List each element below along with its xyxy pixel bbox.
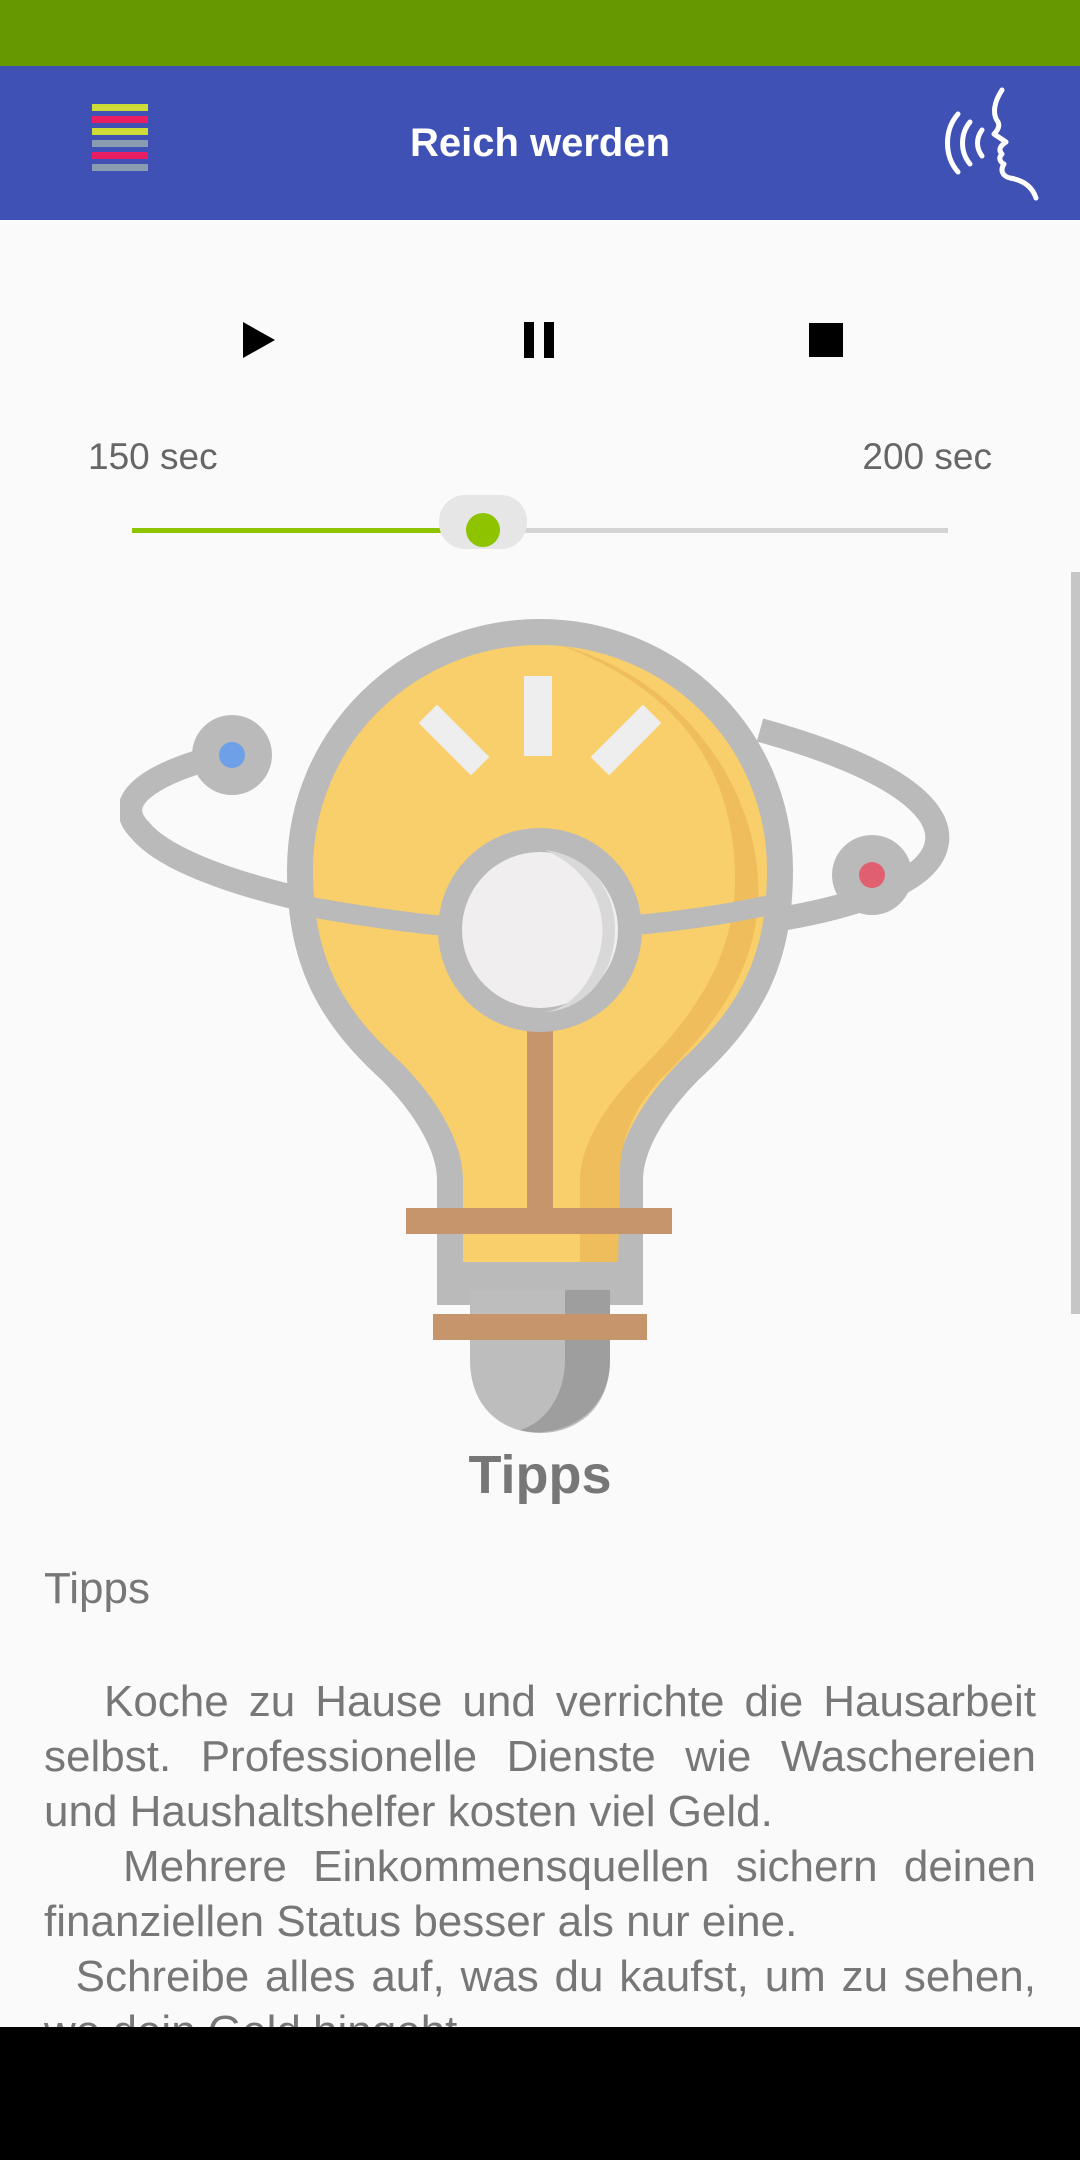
menu-icon[interactable] [92, 104, 148, 184]
pause-icon [524, 322, 554, 358]
tip-paragraph: Koche zu Hause und verrichte die Hausarb… [44, 1677, 1036, 1836]
app-bar: Reich werden [0, 66, 1080, 220]
stop-icon [809, 323, 843, 357]
play-button[interactable] [225, 308, 289, 372]
section-title: Tipps [468, 1445, 612, 1505]
slider-fill [132, 528, 483, 533]
system-navigation-bar [0, 2027, 1080, 2160]
app-title: Reich werden [409, 121, 671, 165]
scrollbar[interactable] [1071, 572, 1080, 1314]
content-heading: Tipps [44, 1564, 150, 1613]
status-bar [0, 0, 1080, 66]
play-icon [243, 322, 275, 358]
duration-slider[interactable] [132, 495, 948, 550]
lightbulb-icon [118, 615, 960, 1445]
max-duration-label: 200 sec [862, 436, 992, 477]
content-body: Koche zu Hause und verrichte die Hausarb… [44, 1674, 1036, 2059]
tip-paragraph: Mehrere Einkommensquellen sichern deinen… [44, 1842, 1036, 1946]
speaking-head-icon[interactable] [936, 86, 1046, 202]
min-duration-label: 150 sec [88, 436, 218, 477]
slider-thumb[interactable] [465, 513, 500, 547]
stop-button[interactable] [794, 308, 858, 372]
pause-button[interactable] [508, 308, 572, 372]
